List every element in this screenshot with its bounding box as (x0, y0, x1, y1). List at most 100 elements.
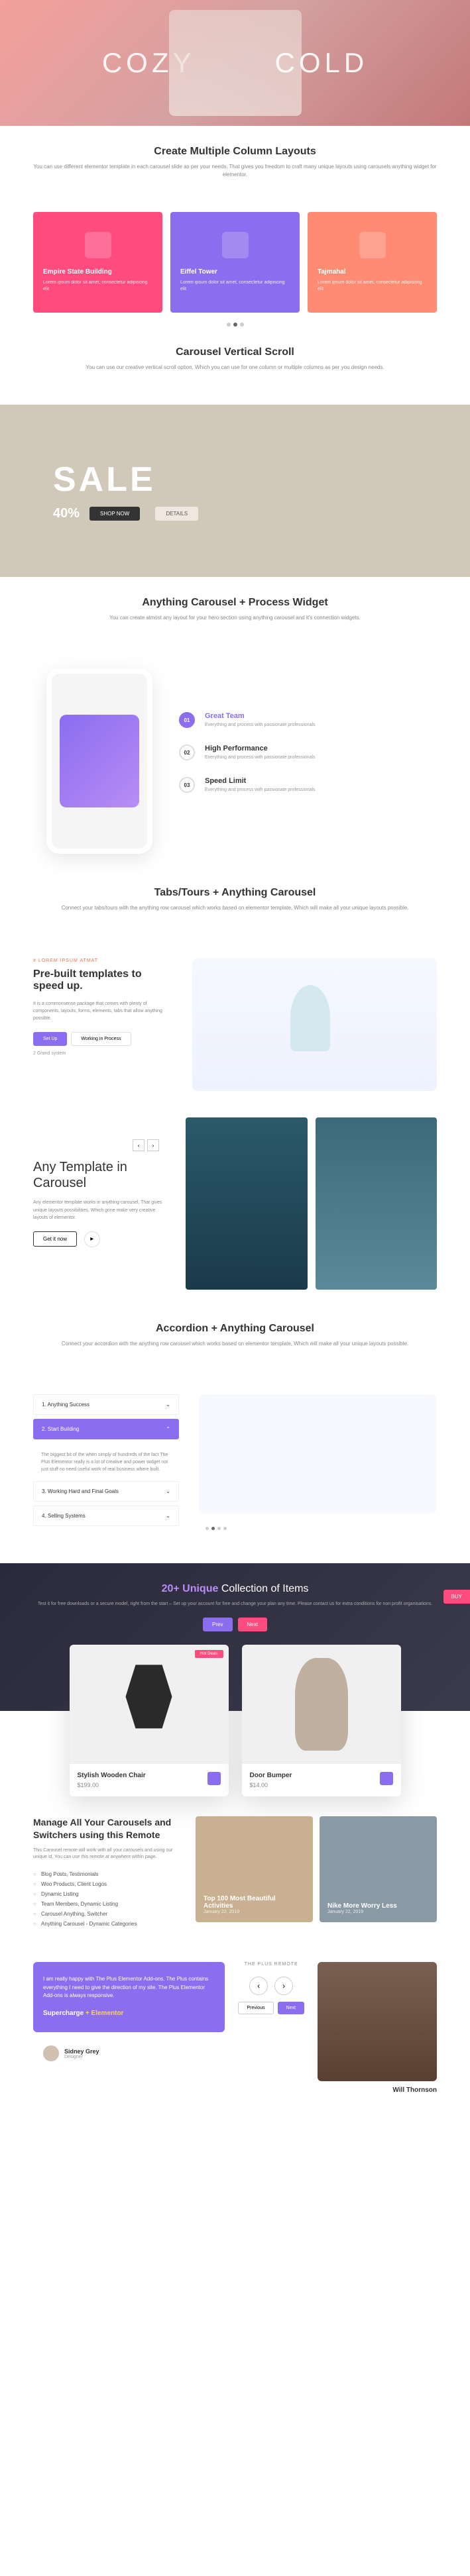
activity-card[interactable]: Top 100 Most Beautiful Activities Januar… (196, 1816, 313, 1922)
sale-text: SALE (53, 460, 198, 499)
next-button[interactable]: Next (238, 1618, 267, 1631)
section-subtitle: Connect your tabs/tours with the anythin… (33, 904, 437, 912)
process-step-2[interactable]: 02 High Performance Everything and proce… (179, 745, 424, 760)
cart-icon[interactable] (380, 1772, 393, 1785)
dot[interactable] (240, 323, 244, 327)
product-chair[interactable]: Hot Deals Stylish Wooden Chair $199.00 (70, 1645, 229, 1796)
next-arrow[interactable]: › (147, 1139, 159, 1151)
bumper-icon (295, 1658, 348, 1751)
dot-active[interactable] (233, 323, 237, 327)
cart-icon[interactable] (207, 1772, 221, 1785)
avatar (43, 2045, 59, 2061)
process-step-3[interactable]: 03 Speed Limit Everything and process wi… (179, 777, 424, 793)
dot[interactable] (227, 323, 231, 327)
phone-screen (60, 715, 139, 807)
shop-now-button[interactable]: SHOP NOW (89, 507, 140, 521)
chevron-down-icon: ⌄ (166, 1513, 170, 1519)
card-empire-state[interactable]: Empire State Building Lorem ipsum dolor … (33, 212, 162, 313)
dot[interactable] (206, 1527, 209, 1530)
tab-working[interactable]: Working in Process (71, 1032, 131, 1046)
step-number: 02 (179, 745, 195, 760)
tabs-section-header: Tabs/Tours + Anything Carousel Connect y… (0, 867, 470, 945)
card-text: Lorem ipsum dolor sit amet, consectetur … (43, 280, 152, 293)
step-text: Everything and process with passionate p… (205, 723, 316, 727)
remote-feature-list: Blog Posts, Testimonials Woo Products, C… (33, 1869, 179, 1929)
nike-card[interactable]: Nike More Worry Less January 22, 2019 (320, 1816, 437, 1922)
accordion-header: Accordion + Anything Carousel Connect yo… (0, 1303, 470, 1381)
card-eiffel[interactable]: Eiffel Tower Lorem ipsum dolor sit amet,… (170, 212, 300, 313)
section-subtitle: You can create almost any layout for you… (33, 614, 437, 622)
eyebrow: # LOREM IPSUM ATMAT (33, 958, 166, 963)
buy-tag[interactable]: BUY (443, 1590, 470, 1604)
process-step-1[interactable]: 01 Great Team Everything and process wit… (179, 712, 424, 728)
card-text: Lorem ipsum dolor sit amet, consectetur … (318, 280, 427, 293)
details-button[interactable]: DETAILS (155, 507, 198, 521)
dot[interactable] (217, 1527, 221, 1530)
accordion-list: 1. Anything Success⌄ 2. Start Building⌃ … (33, 1394, 179, 1531)
card-title: Empire State Building (43, 268, 152, 276)
section-title: Anything Carousel + Process Widget (33, 597, 437, 609)
arrow-right-button[interactable]: › (274, 1977, 293, 1995)
next-button[interactable]: Next (278, 2002, 304, 2014)
product-bumper[interactable]: Door Bumper $14.00 (242, 1645, 401, 1796)
step-number: 01 (179, 712, 195, 728)
remote-title: Manage All Your Carousels and Switchers … (33, 1816, 179, 1840)
template-carousel: ‹ › Any Template in Carousel Any element… (0, 1104, 470, 1303)
tabs-heading: Pre-built templates to speed up. (33, 968, 166, 992)
accordion-item-4[interactable]: 4. Selling Systems⌄ (33, 1506, 179, 1526)
card-meta: January 22, 2019 (327, 1910, 397, 1914)
list-item: Team Members, Dynamic Listing (33, 1899, 179, 1909)
card-meta: January 22, 2019 (204, 1910, 305, 1914)
accordion-item-2[interactable]: 2. Start Building⌃ (33, 1419, 179, 1439)
section-title: Accordion + Anything Carousel (33, 1323, 437, 1335)
remote-arrows: ‹ › (238, 1977, 304, 1995)
remote-label: THE PLUS REMOTE (238, 1962, 304, 1967)
previous-button[interactable]: Previous (238, 2002, 273, 2014)
template-title: Any Template in Carousel (33, 1159, 166, 1191)
remote-text-panel: Manage All Your Carousels and Switchers … (33, 1816, 179, 1928)
author-name: Sidney Grey (64, 2048, 99, 2055)
step-title: High Performance (205, 745, 316, 752)
section-subtitle: Connect your accordion with the anything… (33, 1340, 437, 1348)
carousel-arrows: ‹ › (133, 1139, 159, 1151)
list-item: Anything Carousel - Dynamic Categories (33, 1919, 179, 1929)
card-text: Lorem ipsum dolor sit amet, consectetur … (180, 280, 290, 293)
accordion-item-1[interactable]: 1. Anything Success⌄ (33, 1394, 179, 1415)
card-title: Nike More Worry Less (327, 1902, 397, 1910)
dot[interactable] (211, 1527, 215, 1530)
section-title: Tabs/Tours + Anything Carousel (33, 887, 437, 899)
card-tajmahal[interactable]: Tajmahal Lorem ipsum dolor sit amet, con… (308, 212, 437, 313)
prev-arrow[interactable]: ‹ (133, 1139, 145, 1151)
jacket-image-2[interactable] (316, 1117, 438, 1290)
tab-setup[interactable]: Set Up (33, 1032, 67, 1046)
testimonial-author: Sidney Grey Designer (33, 2039, 225, 2068)
chair-icon (116, 1665, 182, 1744)
vertical-scroll-section: Carousel Vertical Scroll You can use our… (0, 327, 470, 405)
play-button[interactable]: ▸ (84, 1231, 100, 1247)
dot[interactable] (223, 1527, 227, 1530)
prev-button[interactable]: Prev (203, 1618, 232, 1631)
profile-image (318, 1962, 437, 2081)
collection-nav: Prev Next (13, 1618, 457, 1631)
remote-buttons: Previous Next (238, 2002, 304, 2014)
arrow-left-button[interactable]: ‹ (249, 1977, 268, 1995)
card-title: Eiffel Tower (180, 268, 290, 276)
remote-images: Top 100 Most Beautiful Activities Januar… (196, 1816, 437, 1922)
accordion-content: 1. Anything Success⌄ 2. Start Building⌃ … (0, 1381, 470, 1544)
template-text: Any elementor template works in anything… (33, 1199, 166, 1221)
profile-card[interactable]: Will Thornson (318, 1962, 437, 2094)
hero-banner: COZY COLD (0, 0, 470, 126)
product-price: $199.00 (78, 1782, 221, 1788)
tower-icon (222, 232, 249, 258)
jacket-image-1[interactable] (186, 1117, 308, 1290)
phone-mockup (46, 668, 152, 854)
dome-icon (359, 232, 386, 258)
collection-title: 20+ Unique Collection of Items (13, 1583, 457, 1595)
get-it-button[interactable]: Get it now (33, 1231, 77, 1247)
accordion-item-3[interactable]: 3. Working Hard and Final Goals⌄ (33, 1481, 179, 1502)
accordion-panel: The biggest bit of the when simply of hu… (33, 1443, 179, 1482)
testimonial-text: I am really happy with The Plus Elemento… (43, 1975, 215, 2000)
stat-text: 2 Grand system (33, 1051, 166, 1056)
hot-deals-badge: Hot Deals (195, 1650, 223, 1658)
multi-column-section: Create Multiple Column Layouts You can u… (0, 126, 470, 212)
